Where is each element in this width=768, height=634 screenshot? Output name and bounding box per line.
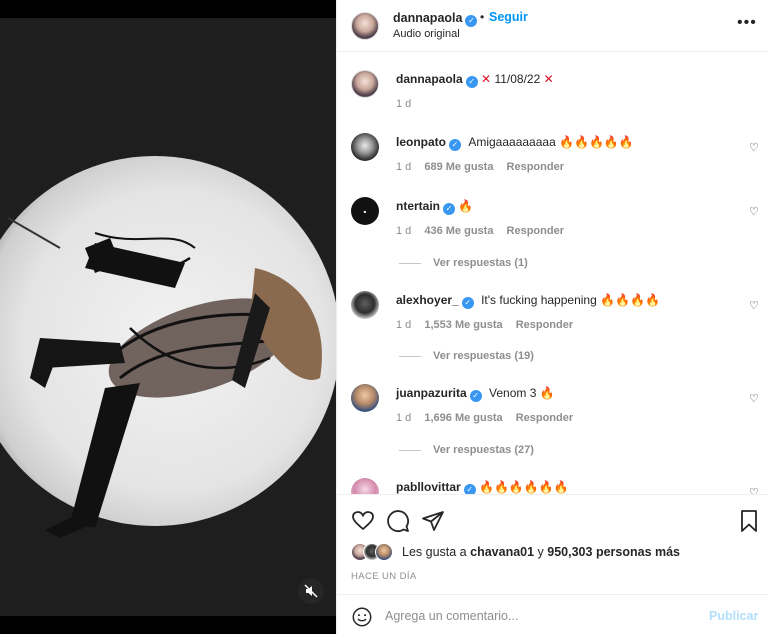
comment-composer: Publicar (337, 594, 768, 634)
comment-like-count[interactable]: 1,696 Me gusta (424, 412, 502, 424)
post-actions: Les gusta a chavana01 y 950,303 personas… (337, 494, 768, 594)
comment-body: Venom 3 (489, 386, 537, 400)
heart-icon[interactable]: ♡ (749, 392, 759, 405)
verified-badge-icon: ✓ (465, 76, 478, 88)
heart-icon[interactable]: ♡ (749, 205, 759, 218)
heart-icon[interactable]: ♡ (749, 486, 759, 494)
caption-time: 1 d (396, 98, 412, 110)
cross-mark-icon: ✕ (481, 72, 492, 86)
caption-username[interactable]: dannapaola (396, 72, 463, 86)
likes-text[interactable]: Les gusta a chavana01 y 950,303 personas… (402, 545, 680, 559)
caption-text: dannapaola ✓ ✕ 11/08/22 ✕ (396, 71, 554, 88)
verified-badge-icon: ✓ (465, 14, 478, 27)
more-options-icon[interactable]: ••• (737, 14, 757, 32)
comment-time: 1 d (396, 319, 412, 331)
comment-meta: 1 d 436 Me gusta Responder (396, 225, 564, 237)
comment-username[interactable]: alexhoyer_ (396, 293, 459, 307)
comment-avatar[interactable] (351, 478, 379, 494)
comment-text: leonpato ✓ Amigaaaaaaaaa 🔥🔥🔥🔥🔥 (396, 134, 634, 151)
fire-emoji-icon: 🔥 (539, 386, 555, 400)
comment-avatar[interactable]: ■ (351, 197, 379, 225)
verified-badge-icon: ✓ (463, 484, 476, 494)
verified-badge-icon: ✓ (443, 203, 456, 215)
author-avatar[interactable] (351, 12, 379, 40)
author-username-text[interactable]: dannapaola (393, 11, 462, 25)
comment-meta: 1 d 1,553 Me gusta Responder (396, 319, 573, 331)
reply-button[interactable]: Responder (516, 319, 573, 331)
share-send-icon[interactable] (421, 509, 445, 533)
comment-bubble-icon[interactable] (386, 509, 410, 533)
post-detail-panel: dannapaola ✓ • Seguir Audio original ••• … (336, 0, 768, 634)
caption-body: 11/08/22 (494, 72, 541, 86)
comment-meta: 1 d 1,696 Me gusta Responder (396, 412, 573, 424)
likes-count[interactable]: 950,303 personas más (547, 545, 680, 559)
caption-meta: 1 d (396, 98, 411, 110)
view-replies-button[interactable]: Ver respuestas (19) (399, 350, 534, 362)
emoji-smiley-icon[interactable] (351, 606, 373, 628)
comment-text: pabllovittar ✓ 🔥🔥🔥🔥🔥🔥 (396, 479, 569, 494)
comment-username[interactable]: juanpazurita (396, 386, 467, 400)
reply-button[interactable]: Responder (507, 225, 564, 237)
comment-time: 1 d (396, 412, 412, 424)
verified-badge-icon: ✓ (469, 390, 482, 402)
separator-dot: • (480, 10, 485, 24)
comment-like-count[interactable]: 436 Me gusta (424, 225, 493, 237)
like-heart-icon[interactable] (351, 509, 375, 533)
likes-summary[interactable]: Les gusta a chavana01 y 950,303 personas… (351, 543, 761, 563)
likes-user[interactable]: chavana01 (470, 545, 534, 559)
comment-like-count[interactable]: 689 Me gusta (424, 161, 493, 173)
reply-button[interactable]: Responder (507, 161, 564, 173)
follow-button[interactable]: Seguir (489, 10, 528, 24)
liker-avatar (375, 543, 393, 561)
fire-emoji-icon: 🔥🔥🔥🔥🔥🔥 (479, 480, 569, 494)
comment-text: juanpazurita ✓ Venom 3 🔥 (396, 385, 555, 402)
comment-body: It's fucking happening (481, 293, 597, 307)
comment-username[interactable]: ntertain (396, 199, 440, 213)
publish-button[interactable]: Publicar (709, 609, 758, 623)
comment-body: Amigaaaaaaaaa (468, 135, 556, 149)
performer-figure (7, 217, 322, 538)
fire-emoji-icon: 🔥🔥🔥🔥 (600, 293, 660, 307)
comment-avatar[interactable] (351, 384, 379, 412)
comment-username[interactable]: pabllovittar (396, 480, 461, 494)
heart-icon[interactable]: ♡ (749, 141, 759, 154)
fire-emoji-icon: 🔥 (458, 199, 474, 213)
post-media[interactable] (0, 0, 336, 634)
caption-avatar[interactable] (351, 70, 379, 98)
fire-emoji-icon: 🔥🔥🔥🔥🔥 (559, 135, 634, 149)
comment-time: 1 d (396, 161, 412, 173)
ntertain-logo-icon: ■ (363, 208, 367, 214)
post-header: dannapaola ✓ • Seguir Audio original ••• (337, 0, 768, 52)
speaker-muted-icon (304, 584, 318, 598)
view-replies-button[interactable]: Ver respuestas (1) (399, 257, 528, 269)
comment-avatar[interactable] (351, 291, 379, 319)
view-replies-button[interactable]: Ver respuestas (27) (399, 444, 534, 456)
comment-meta: 1 d 689 Me gusta Responder (396, 161, 564, 173)
comment-like-count[interactable]: 1,553 Me gusta (424, 319, 502, 331)
comment-text: alexhoyer_ ✓ It's fucking happening 🔥🔥🔥🔥 (396, 292, 660, 309)
cross-mark-icon: ✕ (543, 72, 554, 86)
comment-text: ntertain ✓ 🔥 (396, 198, 473, 215)
comment-input[interactable] (385, 606, 685, 626)
verified-badge-icon: ✓ (461, 297, 474, 309)
comments-list[interactable]: dannapaola ✓ ✕ 11/08/22 ✕ 1 d leonpato ✓ A… (337, 52, 768, 494)
mute-toggle-button[interactable] (298, 578, 324, 604)
verified-badge-icon: ✓ (449, 139, 461, 151)
heart-icon[interactable]: ♡ (749, 299, 759, 312)
comment-username[interactable]: leonpato (396, 135, 446, 149)
audio-label[interactable]: Audio original (393, 28, 460, 40)
likes-conjunction: y (537, 545, 544, 559)
save-bookmark-icon[interactable] (737, 509, 761, 533)
reply-button[interactable]: Responder (516, 412, 573, 424)
likes-prefix: Les gusta a (402, 545, 467, 559)
comment-avatar[interactable] (351, 133, 379, 161)
author-username[interactable]: dannapaola ✓ (393, 11, 478, 27)
video-frame[interactable] (0, 18, 336, 616)
post-timestamp[interactable]: HACE UN DÍA (351, 571, 417, 582)
comment-time: 1 d (396, 225, 412, 237)
